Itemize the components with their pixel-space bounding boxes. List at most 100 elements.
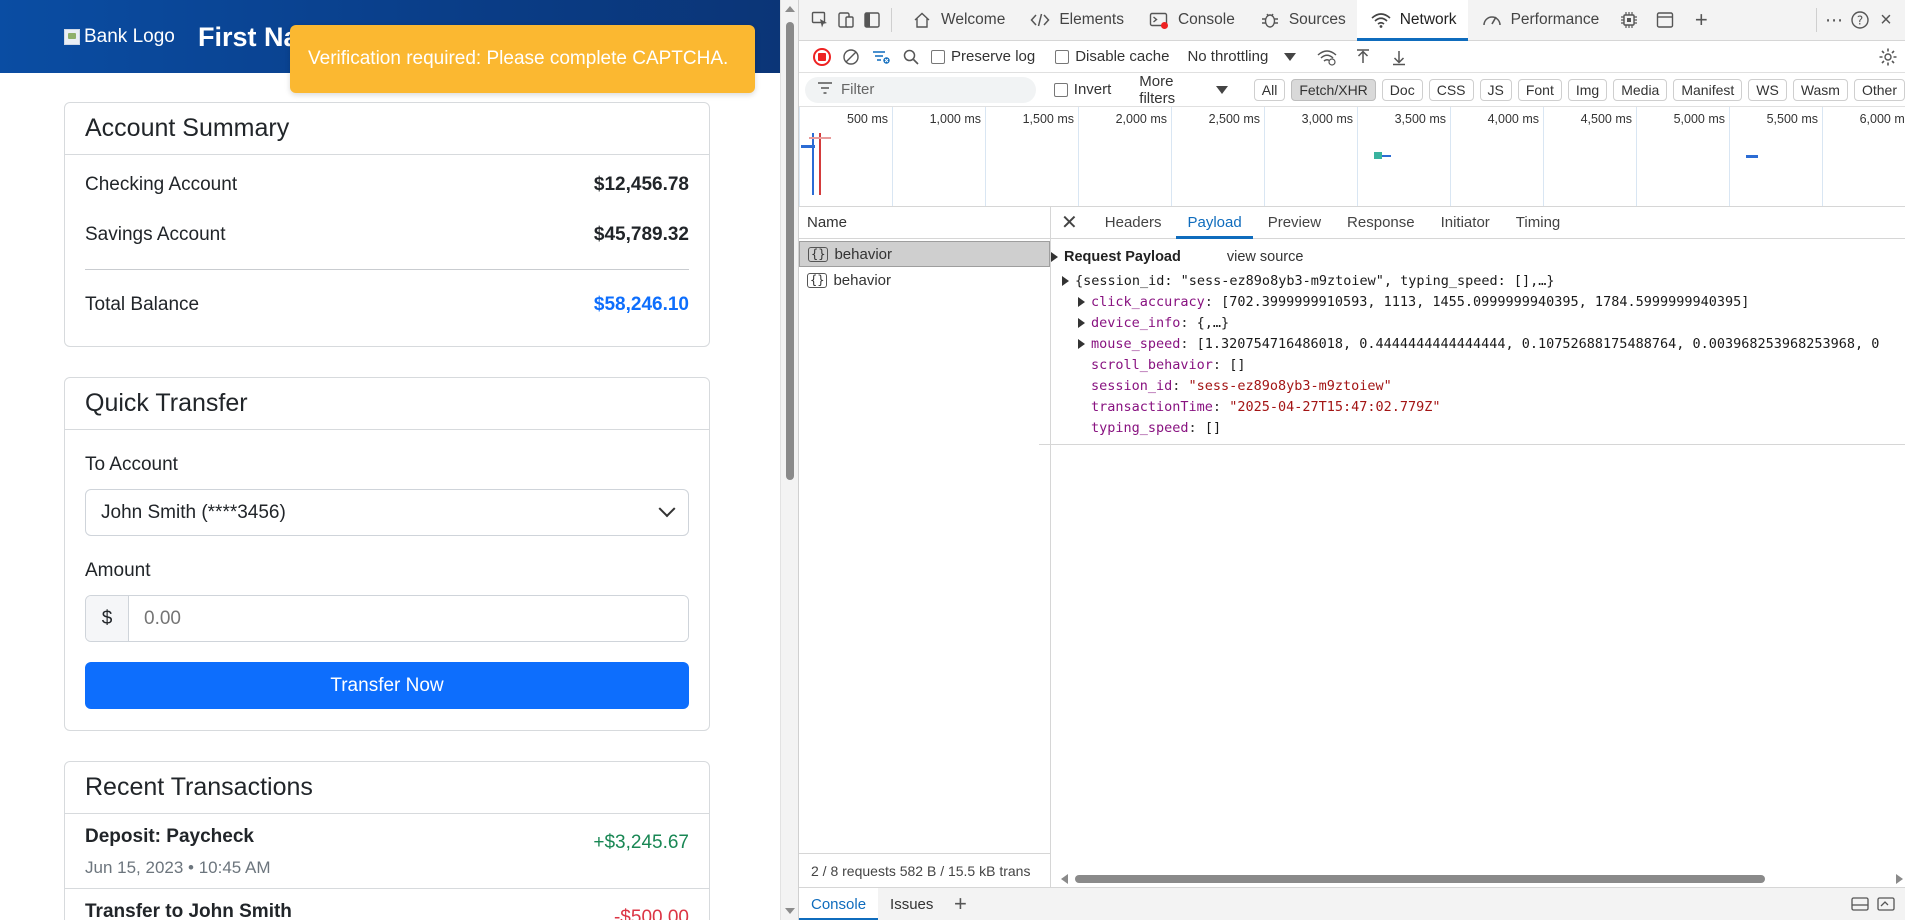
transaction-date: Jun 15, 2023 • 10:45 AM	[85, 858, 271, 877]
bank-logo[interactable]: Bank Logo	[64, 26, 175, 48]
expand-arrow-icon[interactable]	[1078, 296, 1085, 307]
timeline-tick: 4,500 ms	[1543, 107, 1636, 206]
close-detail-icon[interactable]: ✕	[1061, 210, 1078, 235]
more-filters-dropdown[interactable]: More filters	[1139, 73, 1228, 107]
add-drawer-tab-plus-icon[interactable]: +	[947, 891, 973, 917]
transfer-now-button[interactable]: Transfer Now	[85, 662, 689, 709]
type-filter-all[interactable]: All	[1253, 78, 1286, 101]
tab-payload[interactable]: Payload	[1176, 207, 1253, 239]
dock-drawer-icon[interactable]	[1847, 891, 1873, 917]
filter-toggle-icon[interactable]	[871, 44, 891, 70]
scroll-down-arrow-icon[interactable]	[785, 908, 795, 914]
expand-arrow-icon[interactable]	[1062, 275, 1069, 286]
transaction-amount: +$3,245.67	[593, 832, 689, 853]
view-source-link[interactable]: view source	[1227, 249, 1304, 265]
tab-response[interactable]: Response	[1336, 207, 1426, 239]
drawer-tab-console[interactable]: Console	[799, 887, 879, 920]
type-filter-manifest[interactable]: Manifest	[1673, 78, 1743, 101]
type-filter-img[interactable]: Img	[1567, 78, 1608, 101]
search-icon[interactable]	[901, 44, 921, 70]
expand-arrow-icon[interactable]	[1078, 317, 1085, 328]
tab-performance[interactable]: Performance	[1468, 0, 1611, 41]
xhr-braces-icon: {}	[808, 246, 829, 262]
close-devtools-icon[interactable]: ×	[1873, 7, 1899, 33]
to-account-select[interactable]: John Smith (****3456)	[85, 489, 689, 536]
disable-cache-checkbox[interactable]: Disable cache	[1055, 48, 1169, 65]
tab-welcome[interactable]: Welcome	[898, 0, 1016, 41]
drawer-panel-icon[interactable]	[1873, 891, 1899, 917]
type-filter-doc[interactable]: Doc	[1381, 78, 1423, 101]
scroll-left-arrow-icon[interactable]	[1061, 874, 1068, 884]
type-filter-fetch-xhr[interactable]: Fetch/XHR	[1291, 78, 1376, 101]
amount-input[interactable]	[129, 596, 688, 641]
tab-sources[interactable]: Sources	[1246, 0, 1357, 41]
network-timeline-overview[interactable]: 500 ms 1,000 ms 1,500 ms 2,000 ms 2,500 …	[799, 107, 1905, 207]
throttling-select[interactable]: No throttling	[1187, 48, 1297, 65]
payload-property[interactable]: mouse_speed: [1.320754716486018, 0.44444…	[1051, 333, 1905, 354]
sidebar-toggle-icon[interactable]	[859, 7, 885, 33]
network-conditions-icon[interactable]	[1314, 44, 1340, 70]
request-bar	[809, 137, 831, 139]
tab-headers[interactable]: Headers	[1094, 207, 1173, 239]
to-account-value: John Smith (****3456)	[101, 501, 286, 523]
inspect-element-icon[interactable]	[807, 7, 833, 33]
payload-root-object[interactable]: {session_id: "sess-ez89o8yb3-m9ztoiew", …	[1051, 270, 1905, 291]
drawer-tab-issues[interactable]: Issues	[878, 888, 945, 920]
import-har-icon[interactable]	[1350, 44, 1376, 70]
type-filter-other[interactable]: Other	[1853, 78, 1905, 101]
transaction-item[interactable]: Transfer to John Smith -$500.00	[65, 888, 709, 920]
tab-elements[interactable]: Elements	[1016, 0, 1135, 41]
payload-section-header[interactable]: Request Payload view source	[1051, 247, 1905, 267]
more-options-ellipsis-icon[interactable]: ⋯	[1821, 7, 1847, 33]
application-window-icon[interactable]	[1652, 7, 1678, 33]
add-tab-plus-icon[interactable]: +	[1688, 7, 1714, 33]
filter-funnel-icon	[817, 81, 833, 99]
type-filter-css[interactable]: CSS	[1428, 78, 1474, 101]
type-filter-ws[interactable]: WS	[1748, 78, 1787, 101]
type-filter-wasm[interactable]: Wasm	[1792, 78, 1848, 101]
export-har-icon[interactable]	[1386, 44, 1412, 70]
filter-input[interactable]: Filter	[805, 76, 1036, 103]
scroll-up-arrow-icon[interactable]	[785, 6, 795, 12]
type-filter-font[interactable]: Font	[1517, 78, 1562, 101]
type-filter-media[interactable]: Media	[1613, 78, 1668, 101]
payload-property: transactionTime: "2025-04-27T15:47:02.77…	[1091, 398, 1441, 415]
request-row[interactable]: {} behavior	[799, 241, 1050, 267]
throttling-value: No throttling	[1187, 48, 1269, 65]
device-toolbar-icon[interactable]	[833, 7, 859, 33]
account-label: Savings Account	[85, 224, 226, 245]
payload-property[interactable]: device_info: {,…}	[1051, 312, 1905, 333]
request-list-header-name[interactable]: Name	[799, 207, 1050, 239]
stop-recording-icon[interactable]	[813, 47, 831, 66]
scrollbar-thumb[interactable]	[1075, 875, 1765, 883]
tab-preview[interactable]: Preview	[1257, 207, 1332, 239]
scrollbar-thumb[interactable]	[786, 22, 794, 480]
transaction-amount: -$500.00	[613, 907, 689, 920]
checkbox-box	[1055, 49, 1070, 64]
invert-checkbox[interactable]: Invert	[1053, 81, 1111, 98]
network-settings-gear-icon[interactable]	[1875, 44, 1901, 70]
transaction-item[interactable]: Deposit: Paycheck Jun 15, 2023 • 10:45 A…	[65, 814, 709, 878]
checking-account-row: Checking Account $12,456.78	[85, 160, 689, 210]
tab-console[interactable]: Console	[1135, 0, 1246, 41]
expand-arrow-icon[interactable]	[1078, 338, 1085, 349]
tab-network[interactable]: Network	[1356, 0, 1468, 41]
memory-chip-icon[interactable]	[1616, 7, 1642, 33]
horizontal-scrollbar[interactable]	[1061, 871, 1905, 887]
timeline-tick: 5,000 ms	[1636, 107, 1729, 206]
clear-log-icon[interactable]	[841, 44, 861, 70]
preserve-log-checkbox[interactable]: Preserve log	[931, 48, 1035, 65]
transaction-title: Transfer to John Smith	[85, 901, 292, 920]
expand-arrow-icon[interactable]	[1051, 252, 1058, 262]
scroll-right-arrow-icon[interactable]	[1896, 874, 1903, 884]
tab-initiator[interactable]: Initiator	[1430, 207, 1501, 239]
type-filter-js[interactable]: JS	[1479, 78, 1512, 101]
help-icon[interactable]: ?	[1847, 7, 1873, 33]
request-row[interactable]: {} behavior	[799, 267, 1050, 293]
payload-property[interactable]: click_accuracy: [702.3999999910593, 1113…	[1051, 291, 1905, 312]
total-balance-amount: $58,246.10	[593, 294, 689, 315]
tab-timing[interactable]: Timing	[1505, 207, 1571, 239]
separator	[891, 8, 892, 32]
page-scrollbar[interactable]	[780, 0, 798, 920]
devtools-drawer: Console Issues +	[799, 887, 1905, 920]
